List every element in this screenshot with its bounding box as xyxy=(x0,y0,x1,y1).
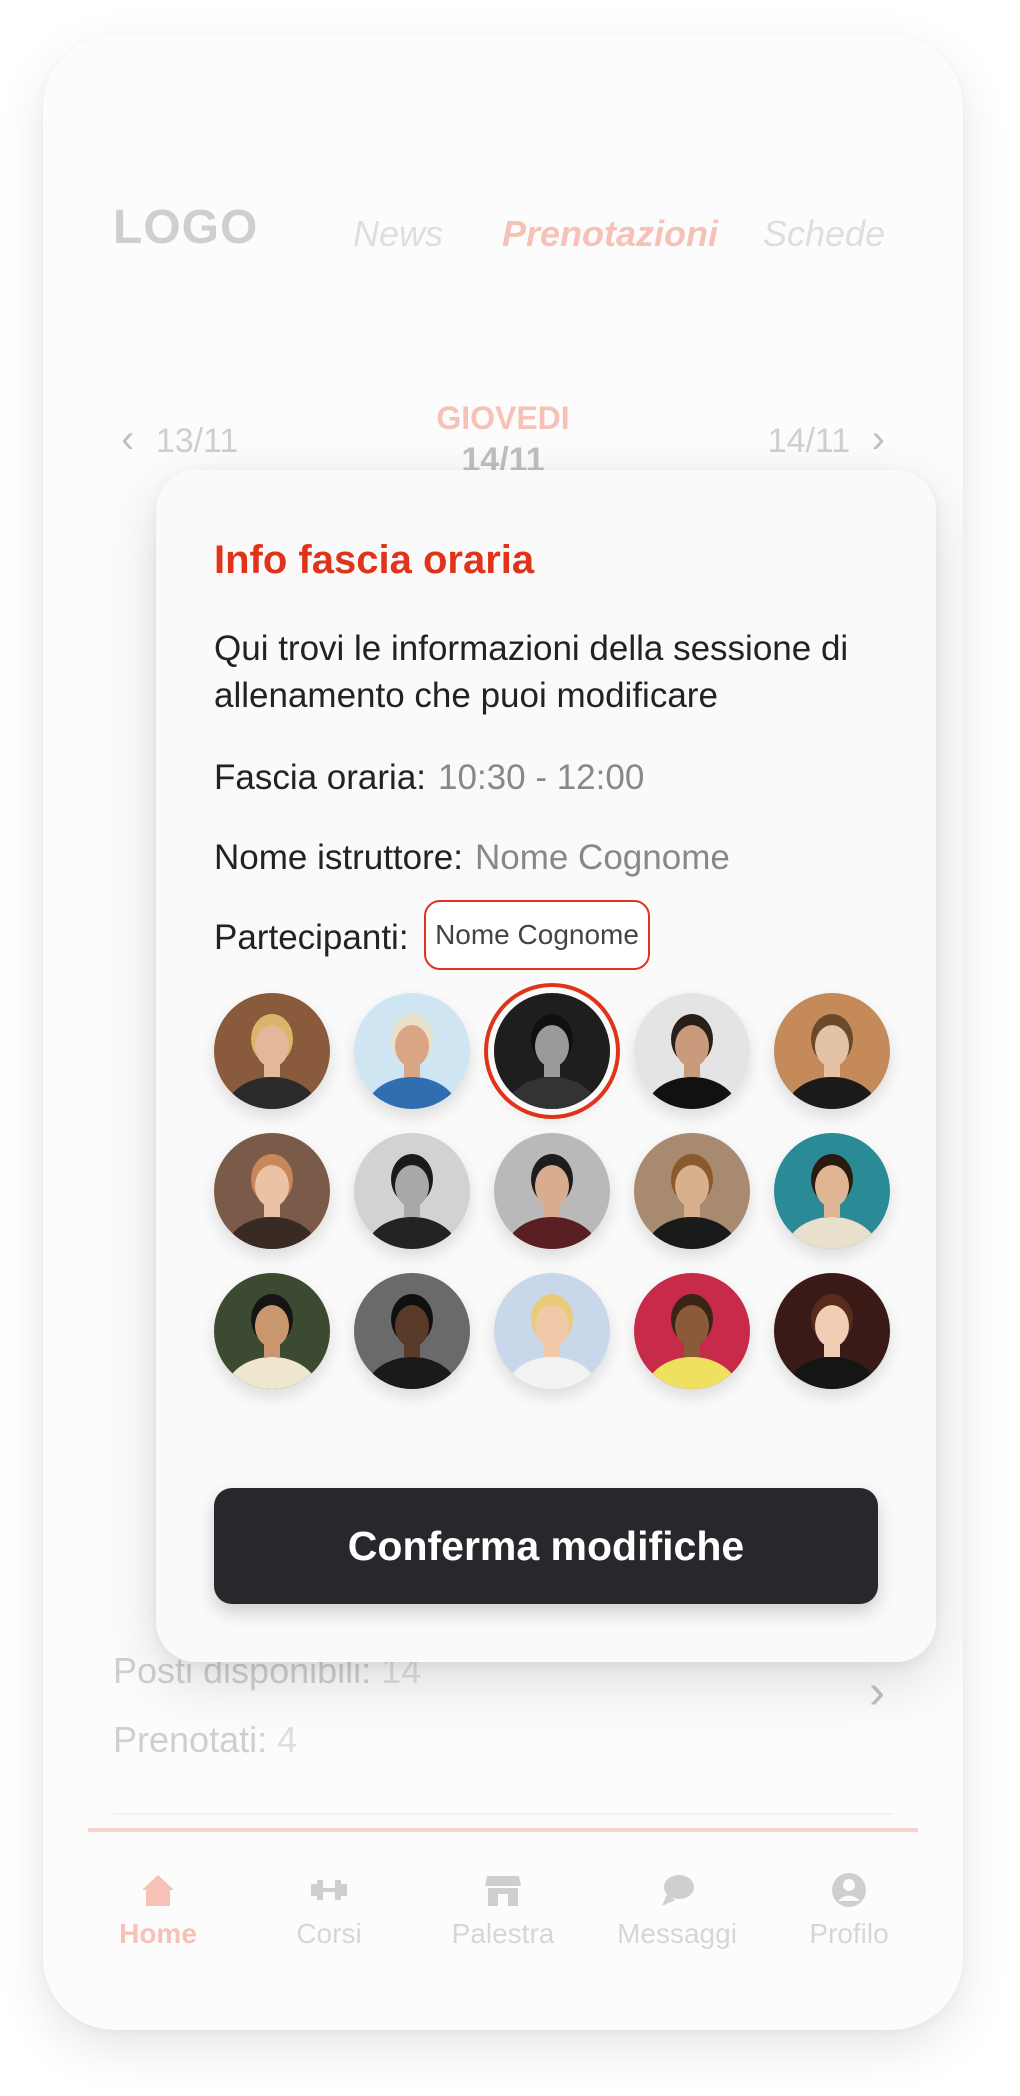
nav-palestra[interactable]: Palestra xyxy=(423,1870,583,1950)
next-day-button[interactable]: 14/11 › xyxy=(768,417,885,462)
participant-avatar[interactable] xyxy=(354,993,470,1109)
participant-avatar[interactable] xyxy=(214,993,330,1109)
nav-profilo[interactable]: Profilo xyxy=(769,1870,929,1950)
chevron-right-icon: › xyxy=(871,417,885,461)
nav-corsi-label: Corsi xyxy=(296,1918,362,1949)
nav-messaggi[interactable]: Messaggi xyxy=(597,1870,757,1950)
participant-avatar[interactable] xyxy=(634,993,750,1109)
tab-schede[interactable]: Schede xyxy=(763,213,885,255)
fascia-label: Fascia oraria: xyxy=(214,758,427,797)
store-icon xyxy=(485,1876,521,1906)
modal-title: Info fascia oraria xyxy=(214,538,535,582)
prenotati-row: Prenotati: 4 xyxy=(113,1719,297,1761)
phone-frame: LOGO News Prenotazioni Schede ‹ 13/11 GI… xyxy=(43,35,963,2030)
avatar-photo xyxy=(774,993,890,1109)
participant-avatar[interactable] xyxy=(774,993,890,1109)
nav-profilo-label: Profilo xyxy=(809,1918,889,1949)
avatar-photo xyxy=(494,993,610,1109)
logo: LOGO xyxy=(113,201,259,254)
divider-accent xyxy=(88,1828,918,1832)
participant-avatar[interactable] xyxy=(774,1273,890,1389)
bottom-navigation: Home Corsi Palestra Messaggi Profilo xyxy=(43,1870,963,1990)
participant-avatar[interactable] xyxy=(494,1133,610,1249)
tab-prenotazioni[interactable]: Prenotazioni xyxy=(502,213,718,255)
avatar-photo xyxy=(494,1133,610,1249)
avatar-photo xyxy=(354,1273,470,1389)
partecipanti-row: Partecipanti: xyxy=(214,918,409,958)
nav-home-label: Home xyxy=(119,1918,197,1949)
participant-avatar[interactable] xyxy=(354,1133,470,1249)
prenotati-label: Prenotati: xyxy=(113,1719,268,1760)
avatar-photo xyxy=(214,993,330,1109)
avatar-photo xyxy=(354,1133,470,1249)
partecipanti-label: Partecipanti: xyxy=(214,918,409,957)
next-day-label: 14/11 xyxy=(767,422,851,460)
home-icon xyxy=(142,1875,174,1906)
participant-avatar[interactable] xyxy=(214,1133,330,1249)
profile-icon xyxy=(832,1873,866,1907)
participant-avatar-selected[interactable] xyxy=(494,993,610,1109)
fascia-value: 10:30 - 12:00 xyxy=(438,758,645,797)
participant-avatar[interactable] xyxy=(494,1273,610,1389)
nav-corsi[interactable]: Corsi xyxy=(249,1870,409,1950)
avatar-photo xyxy=(354,993,470,1109)
chat-icon xyxy=(662,1875,694,1906)
participant-avatar[interactable] xyxy=(634,1273,750,1389)
participant-avatar[interactable] xyxy=(214,1273,330,1389)
dumbbell-icon xyxy=(311,1880,347,1900)
nav-messaggi-label: Messaggi xyxy=(617,1918,737,1949)
avatar-photo xyxy=(774,1133,890,1249)
istruttore-value: Nome Cognome xyxy=(474,838,730,877)
avatar-photo xyxy=(634,1133,750,1249)
fascia-oraria-row: Fascia oraria: 10:30 - 12:00 xyxy=(214,758,644,798)
prenotati-value: 4 xyxy=(277,1719,298,1760)
info-modal: Info fascia oraria Qui trovi le informaz… xyxy=(156,470,936,1662)
participant-avatar[interactable] xyxy=(774,1133,890,1249)
istruttore-row: Nome istruttore: Nome Cognome xyxy=(214,838,730,878)
avatar-photo xyxy=(494,1273,610,1389)
avatar-photo xyxy=(774,1273,890,1389)
avatar-photo xyxy=(634,1273,750,1389)
participant-avatar[interactable] xyxy=(354,1273,470,1389)
confirm-changes-button[interactable]: Conferma modifiche xyxy=(214,1488,878,1604)
avatar-photo xyxy=(214,1273,330,1389)
avatar-photo xyxy=(214,1133,330,1249)
avatar-photo xyxy=(634,993,750,1109)
participant-avatar[interactable] xyxy=(634,1133,750,1249)
participant-name-tooltip: Nome Cognome xyxy=(424,900,650,970)
modal-description: Qui trovi le informazioni della sessione… xyxy=(214,629,849,715)
nav-palestra-label: Palestra xyxy=(451,1918,555,1949)
nav-home[interactable]: Home xyxy=(78,1870,238,1950)
istruttore-label: Nome istruttore: xyxy=(214,838,463,877)
tab-news[interactable]: News xyxy=(353,213,443,255)
divider xyxy=(113,1813,893,1815)
chevron-right-icon[interactable]: › xyxy=(869,1665,885,1720)
